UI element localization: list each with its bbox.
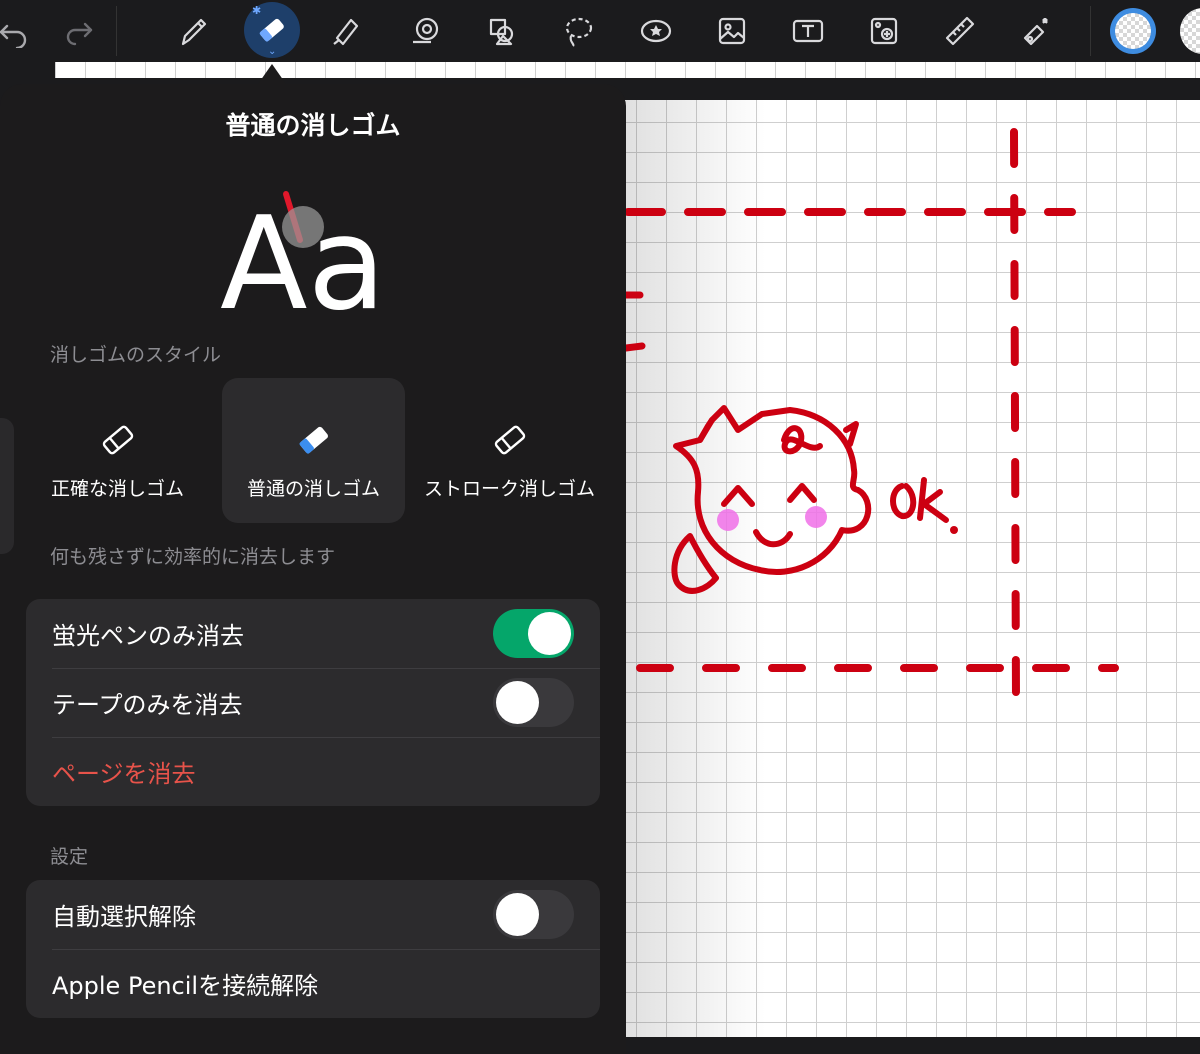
top-toolbar: ✱ ⌄ <box>0 0 1200 62</box>
side-panel-edge <box>0 418 14 554</box>
page-top-strip <box>55 62 1200 78</box>
image-icon[interactable] <box>708 7 756 55</box>
toolbar-divider <box>116 6 117 56</box>
popover-arrow <box>258 64 286 84</box>
text-icon[interactable] <box>784 7 832 55</box>
style-option-standard[interactable]: 普通の消しゴム <box>222 378 405 523</box>
tape-icon[interactable] <box>402 7 450 55</box>
eraser-outline-icon <box>102 425 133 455</box>
pen-icon[interactable] <box>170 7 218 55</box>
undo-icon[interactable] <box>0 7 38 55</box>
eraser-style-label: 消しゴムのスタイル <box>50 344 222 366</box>
eraser-outline-icon <box>494 425 525 455</box>
settings-group: 自動選択解除 Apple Pencilを接続解除 <box>26 880 600 1018</box>
style-description: 何も残さずに効率的に消去します <box>50 546 336 568</box>
toolbar-divider <box>1090 6 1091 56</box>
option-tape-only[interactable]: テープのみを消去 <box>26 668 600 737</box>
clear-page-label: ページを消去 <box>52 760 196 788</box>
laser-pointer-icon[interactable] <box>1012 7 1060 55</box>
tape-only-toggle[interactable] <box>493 678 574 727</box>
color-swatch[interactable] <box>1180 8 1200 54</box>
eraser-icon <box>259 18 284 42</box>
redo-icon[interactable] <box>56 7 104 55</box>
auto-deselect-toggle[interactable] <box>493 890 574 939</box>
eraser-cursor-icon <box>282 206 324 248</box>
elements-icon[interactable] <box>632 7 680 55</box>
toggle-knob <box>496 681 539 724</box>
eraser-options-group: 蛍光ペンのみ消去 テープのみを消去 ページを消去 <box>26 599 600 806</box>
shapes-icon[interactable] <box>478 7 526 55</box>
clear-page-button[interactable]: ページを消去 <box>26 737 600 806</box>
ruler-icon[interactable] <box>936 7 984 55</box>
highlighter-only-toggle[interactable] <box>493 609 574 658</box>
style-option-label: ストローク消しゴム <box>423 478 595 500</box>
option-label: Apple Pencilを接続解除 <box>52 972 319 1000</box>
style-option-label: 正確な消しゴム <box>50 478 184 500</box>
option-auto-deselect[interactable]: 自動選択解除 <box>26 880 600 949</box>
option-highlighter-only[interactable]: 蛍光ペンのみ消去 <box>26 599 600 668</box>
popover-shadow <box>626 100 766 1037</box>
camera-image-icon[interactable] <box>860 7 908 55</box>
eraser-tool-button[interactable]: ✱ ⌄ <box>244 2 300 58</box>
chevron-down-icon: ⌄ <box>268 46 277 57</box>
option-label: 自動選択解除 <box>52 903 196 931</box>
settings-label: 設定 <box>50 846 89 868</box>
option-label: テープのみを消去 <box>52 691 243 719</box>
bluetooth-icon: ✱ <box>252 4 262 17</box>
toggle-knob <box>528 612 571 655</box>
disconnect-apple-pencil-button[interactable]: Apple Pencilを接続解除 <box>26 949 600 1018</box>
transparent-swatch-icon <box>1115 13 1151 49</box>
popover-title: 普通の消しゴム <box>225 111 401 140</box>
toggle-knob <box>496 893 539 936</box>
style-option-stroke[interactable]: ストローク消しゴム <box>418 378 601 523</box>
eraser-filled-icon <box>299 426 328 454</box>
eraser-preview: Aa <box>220 190 386 330</box>
style-option-label: 普通の消しゴム <box>246 478 380 500</box>
lasso-icon[interactable] <box>554 7 602 55</box>
style-option-precise[interactable]: 正確な消しゴム <box>26 378 209 523</box>
color-swatch-selected[interactable] <box>1110 8 1156 54</box>
highlighter-icon[interactable] <box>322 7 370 55</box>
option-label: 蛍光ペンのみ消去 <box>52 622 244 650</box>
